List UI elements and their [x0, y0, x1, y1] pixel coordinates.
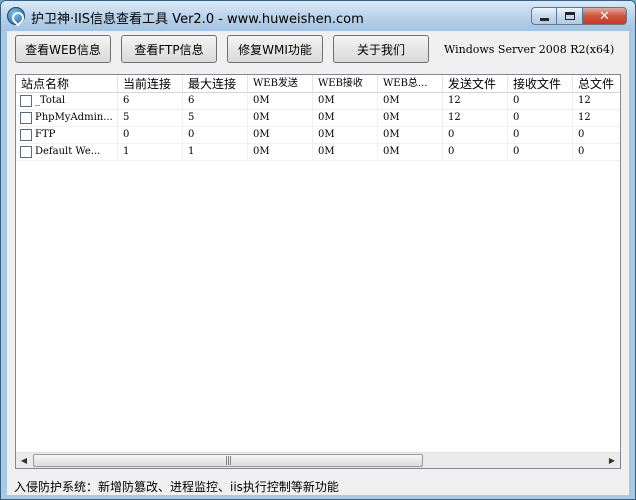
site-name: _Total [35, 95, 66, 106]
maximize-icon [564, 12, 575, 20]
site-name-cell: Default We... [16, 144, 118, 160]
table-cell: 0M [313, 93, 378, 109]
table-cell: 5 [118, 110, 183, 126]
table-cell: 0M [313, 110, 378, 126]
table-cell: 0 [573, 144, 620, 160]
title-bar[interactable]: 护卫神·IIS信息查看工具 Ver2.0 - www.huweishen.com… [1, 1, 635, 31]
table-cell: 12 [573, 110, 620, 126]
row-checkbox[interactable] [20, 146, 32, 158]
row-checkbox[interactable] [20, 129, 32, 141]
app-shield-icon [7, 7, 25, 25]
column-files-sent[interactable]: 发送文件 [443, 75, 508, 93]
table-cell: 0M [248, 93, 313, 109]
table-cell: 1 [183, 144, 248, 160]
column-max-connections[interactable]: 最大连接 [183, 75, 248, 93]
column-files-received[interactable]: 接收文件 [508, 75, 573, 93]
site-list-view[interactable]: 站点名称 当前连接 最大连接 WEB发送 WEB接收 WEB总... 发送文件 … [15, 74, 621, 469]
table-cell: 6 [183, 93, 248, 109]
grip-icon: ||| [224, 455, 232, 466]
table-cell: 0 [508, 144, 573, 160]
column-web-total[interactable]: WEB总... [378, 75, 443, 93]
table-cell: 6 [118, 93, 183, 109]
table-cell: 0M [248, 127, 313, 143]
minimize-button[interactable] [531, 7, 557, 25]
scroll-left-arrow-icon[interactable]: ◀ [16, 453, 32, 468]
table-cell: 12 [443, 93, 508, 109]
table-cell: 0M [313, 144, 378, 160]
horizontal-scrollbar[interactable]: ◀ ||| ▶ [16, 452, 620, 468]
repair-wmi-button[interactable]: 修复WMI功能 [227, 35, 323, 63]
table-cell: 0 [443, 127, 508, 143]
site-name: FTP [35, 129, 56, 140]
table-cell: 5 [183, 110, 248, 126]
caption-buttons: ✕ [531, 7, 627, 25]
os-version-label: Windows Server 2008 R2(x64) [444, 43, 615, 56]
site-name: PhpMyAdmin... [35, 112, 113, 123]
site-name-cell: PhpMyAdmin... [16, 110, 118, 126]
table-cell: 0 [118, 127, 183, 143]
row-checkbox[interactable] [20, 112, 32, 124]
window-title: 护卫神·IIS信息查看工具 Ver2.0 - www.huweishen.com [31, 12, 364, 27]
column-site-name[interactable]: 站点名称 [16, 75, 118, 93]
table-cell: 0 [508, 127, 573, 143]
scrollbar-thumb[interactable]: ||| [33, 454, 423, 467]
table-row[interactable]: FTP 0 0 0M 0M 0M 0 0 0 [16, 127, 620, 144]
table-cell: 0M [378, 93, 443, 109]
table-cell: 0 [443, 144, 508, 160]
table-cell: 0M [248, 144, 313, 160]
view-web-info-button[interactable]: 查看WEB信息 [15, 35, 111, 63]
table-cell: 12 [443, 110, 508, 126]
maximize-button[interactable] [557, 7, 583, 25]
column-total-files[interactable]: 总文件 [573, 75, 620, 93]
table-cell: 1 [118, 144, 183, 160]
table-rows: _Total 6 6 0M 0M 0M 12 0 12 PhpMyAdmin..… [16, 93, 620, 452]
client-area: 查看WEB信息 查看FTP信息 修复WMI功能 关于我们 Windows Ser… [7, 31, 629, 495]
table-cell: 0 [573, 127, 620, 143]
view-ftp-info-button[interactable]: 查看FTP信息 [121, 35, 217, 63]
table-cell: 0 [508, 110, 573, 126]
close-icon: ✕ [599, 8, 610, 24]
main-window: 护卫神·IIS信息查看工具 Ver2.0 - www.huweishen.com… [0, 0, 636, 500]
table-cell: 0M [378, 110, 443, 126]
column-web-sent[interactable]: WEB发送 [248, 75, 313, 93]
column-web-received[interactable]: WEB接收 [313, 75, 378, 93]
about-us-button[interactable]: 关于我们 [333, 35, 429, 63]
table-cell: 0M [378, 144, 443, 160]
status-message[interactable]: 入侵防护系统：新增防篡改、进程监控、iis执行控制等新功能 [14, 478, 339, 495]
table-row[interactable]: PhpMyAdmin... 5 5 0M 0M 0M 12 0 12 [16, 110, 620, 127]
table-cell: 0M [248, 110, 313, 126]
minimize-icon [539, 17, 549, 21]
table-cell: 0 [183, 127, 248, 143]
row-checkbox[interactable] [20, 95, 32, 107]
site-name: Default We... [35, 146, 101, 157]
site-name-cell: _Total [16, 93, 118, 109]
column-current-connections[interactable]: 当前连接 [118, 75, 183, 93]
scroll-right-arrow-icon[interactable]: ▶ [604, 453, 620, 468]
table-cell: 0 [508, 93, 573, 109]
table-row[interactable]: _Total 6 6 0M 0M 0M 12 0 12 [16, 93, 620, 110]
site-name-cell: FTP [16, 127, 118, 143]
table-cell: 0M [378, 127, 443, 143]
table-cell: 12 [573, 93, 620, 109]
close-button[interactable]: ✕ [583, 7, 627, 25]
table-cell: 0M [313, 127, 378, 143]
column-header: 站点名称 当前连接 最大连接 WEB发送 WEB接收 WEB总... 发送文件 … [16, 75, 620, 93]
table-row[interactable]: Default We... 1 1 0M 0M 0M 0 0 0 [16, 144, 620, 161]
